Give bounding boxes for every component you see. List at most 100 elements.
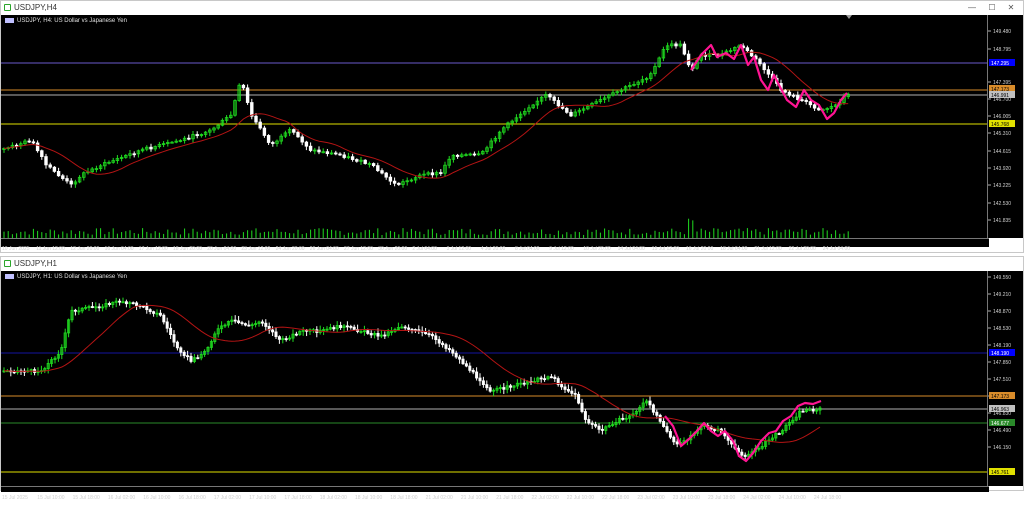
candle-body [294,333,298,336]
candle-body [590,422,594,425]
candle-body [284,338,288,341]
candle-body [350,156,355,160]
candle-body [502,387,506,390]
candle-body [437,339,441,344]
candle-body [461,358,465,365]
chart-window-h4[interactable]: USDJPY,H4 — ☐ ✕ USDJPY, H4: US Dollar vs… [0,0,1024,253]
candle-body [97,306,101,309]
candle-body [296,131,300,138]
candle-body [808,101,813,106]
candle-body [577,393,581,404]
candle-body [243,323,247,326]
candle-body [665,426,669,432]
maximize-button[interactable]: ☐ [983,2,1001,14]
candle-body [369,333,373,336]
price-tick-label: 143.225 [993,183,1011,189]
close-button[interactable]: ✕ [1002,2,1020,14]
candle-body [27,140,31,143]
price-tag-label: 146.677 [991,421,1009,427]
time-label: 8 Jul 04:00 [515,246,540,252]
time-label: 16 Jun 04:00 [105,246,134,252]
candle-body [580,402,584,412]
candle-body [560,384,564,388]
candle-body [651,404,655,413]
candle-body [48,164,52,168]
candle-body [658,414,662,422]
candle-body [397,182,401,185]
candle-body [743,454,747,457]
time-label: 24 Jun 20:00 [276,246,305,252]
window-titlebar-h1[interactable]: USDJPY,H1 [1,257,1023,271]
candle-body [472,153,477,156]
candle-body [245,87,250,103]
price-tick-label: 147.510 [993,377,1011,383]
candle-body [31,141,36,144]
candle-body [237,320,241,324]
time-axis-h4[interactable]: 10 Jun 2025 11 Jun 12:00 12 Jun 20:00 16 Ju… [1,238,989,252]
chart-window-h1[interactable]: USDJPY,H1 USDJPY, H1: US Dollar vs Japan… [0,256,1024,501]
candle-body [674,43,678,47]
candle-body [149,146,153,150]
price-tick-label: 148.795 [993,47,1011,53]
candle-body [189,355,193,362]
candle-body [455,154,460,157]
candle-body [271,329,275,333]
candle-body [758,58,762,65]
candle-body [152,311,156,314]
candle-body [569,111,573,117]
moving-average-line [3,51,849,179]
candle-body [195,134,199,137]
candle-body [131,302,135,305]
price-tick-label: 146.490 [993,428,1011,434]
candle-body [132,153,136,156]
candle-body [349,326,353,328]
candle-body [392,180,397,184]
price-axis-h4[interactable]: 149.480 148.795 147.395 146.700 146.005 145.3… [987,15,1023,238]
candle-body [250,102,254,117]
candle-body [384,172,388,178]
price-tag-label: 145.768 [991,122,1009,128]
candle-body [740,451,744,456]
time-label: 18 Jul 02:00 [320,495,347,500]
candle-body [672,436,676,443]
time-label: 3 Jul 12:00 [447,246,472,252]
candle-body [597,425,601,430]
candle-body [388,176,393,182]
price-tick-label: 149.550 [993,275,1011,281]
candle-body [430,172,435,176]
candle-body [713,428,717,431]
candle-body [172,334,176,343]
candles-h4 [1,40,989,238]
window-titlebar-h4[interactable]: USDJPY,H4 — ☐ ✕ [1,1,1023,15]
candle-body [447,348,451,351]
time-axis-labels-h4: 10 Jun 2025 11 Jun 12:00 12 Jun 20:00 16 Ju… [2,246,850,252]
candle-body [44,156,48,166]
candle-body [682,43,687,55]
candle-body [300,136,304,143]
price-tag-label: 148.190 [991,351,1009,357]
time-label: 23 Jul 18:00 [708,495,735,500]
candle-body [424,331,428,335]
candle-body [583,411,587,420]
chart-shift-marker-icon[interactable] [846,15,852,19]
price-tick-label: 146.150 [993,445,1011,451]
price-axis-h1[interactable]: 149.550 149.210 148.870 148.530 148.190 147.8… [987,271,1023,486]
candle-body [587,419,591,424]
candle-body [565,107,569,113]
candle-body [247,324,251,327]
price-tag-label: 146.991 [991,93,1009,99]
candle-body [308,145,313,151]
candle-body [135,302,139,306]
time-label: 20 Jun 04:00 [207,246,236,252]
time-label: 18 Jul 04:00 [720,246,747,252]
time-label: 24 Jul 02:00 [743,495,770,500]
time-label: 16 Jul 18:00 [179,495,206,500]
candle-body [339,325,343,328]
minimize-button[interactable]: — [963,2,981,14]
time-label: 17 Jul 02:00 [214,495,241,500]
time-axis-h1[interactable]: 15 Jul 2025 15 Jul 10:00 15 Jul 18:00 16 Ju… [1,486,989,501]
price-chart-h1[interactable]: USDJPY, H1: US Dollar vs Japanese Yen [1,271,989,486]
candle-body [662,420,666,427]
price-chart-h4[interactable]: USDJPY, H4: US Dollar vs Japanese Yen [1,15,989,238]
symbol-label-h4: USDJPY, H4: US Dollar vs Japanese Yen [5,18,127,24]
